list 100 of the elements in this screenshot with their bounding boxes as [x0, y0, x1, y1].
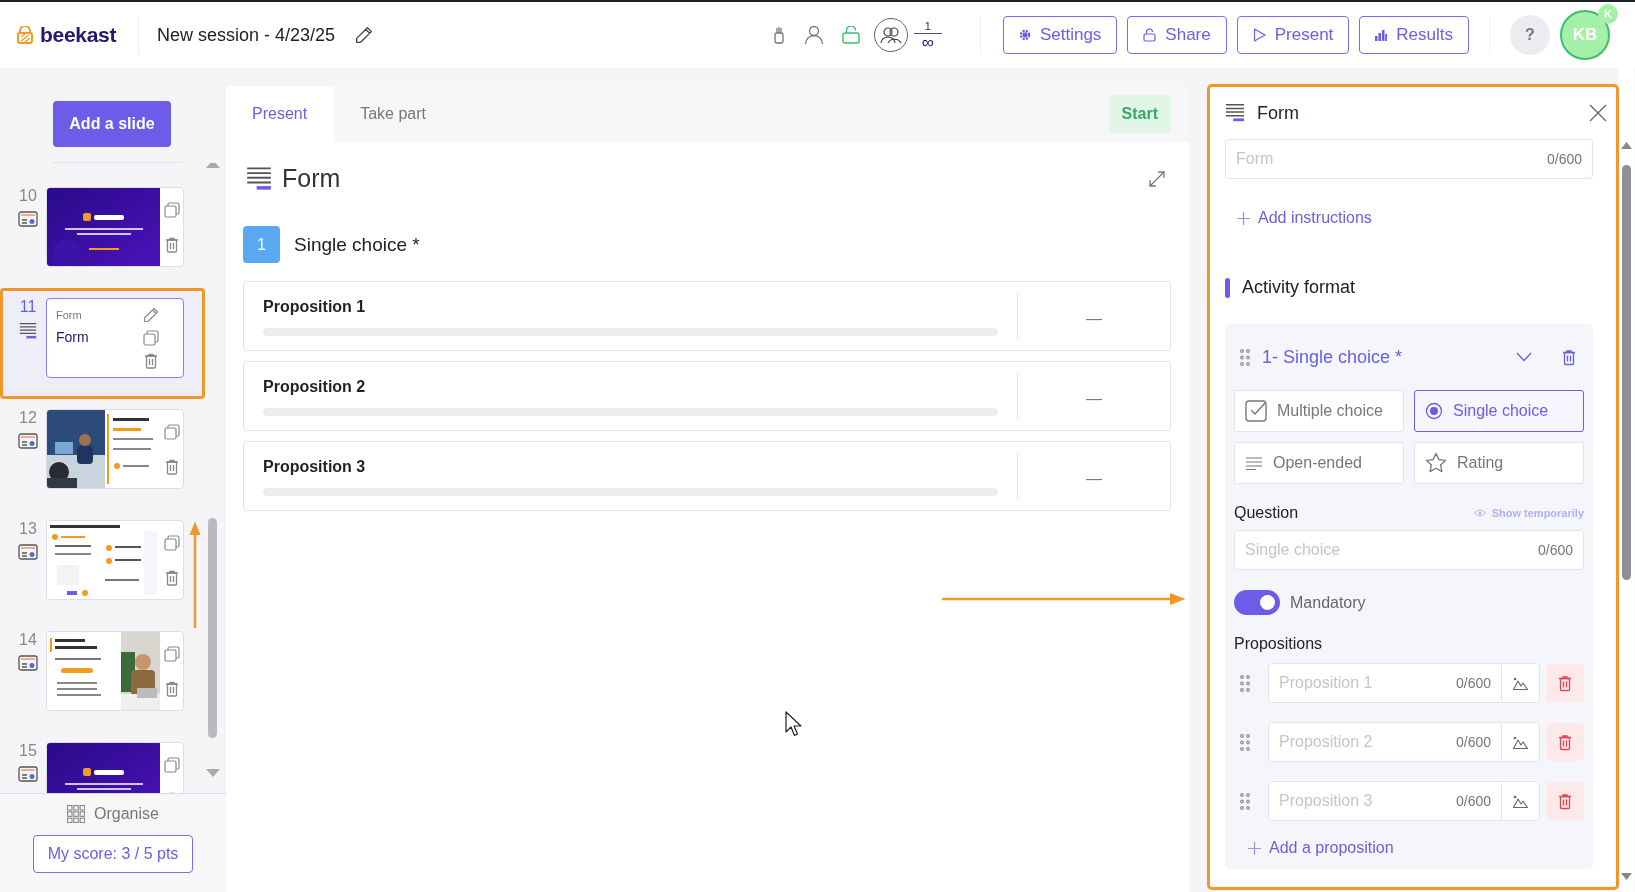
slide-item[interactable]: 15 [0, 732, 205, 793]
form-icon [246, 165, 272, 192]
drag-handle-icon[interactable] [1240, 733, 1250, 751]
question-type-option[interactable]: Single choice [1414, 390, 1584, 432]
slide-icon [18, 766, 38, 782]
slide-item[interactable]: 13 [0, 510, 205, 621]
slide-thumbnail[interactable]: Form Form [46, 298, 184, 378]
trash-icon [1558, 733, 1572, 751]
share-button[interactable]: Share [1127, 16, 1227, 54]
copy-icon[interactable] [163, 201, 180, 218]
question-type-option[interactable]: Open-ended [1234, 442, 1404, 484]
trash-icon[interactable] [164, 569, 179, 586]
slide-icon [18, 544, 38, 560]
trash-icon[interactable] [144, 353, 159, 370]
lock-icon[interactable] [841, 26, 860, 44]
drag-handle-icon[interactable] [1240, 348, 1250, 366]
help-button[interactable]: ? [1510, 15, 1550, 55]
question-type-option[interactable]: Rating [1414, 442, 1584, 484]
start-button[interactable]: Start [1108, 95, 1171, 133]
slide-number: 13 [19, 520, 37, 538]
gear-icon [1018, 29, 1031, 41]
slide-number: 14 [19, 631, 37, 649]
question-input[interactable]: Single choice [1245, 541, 1538, 559]
slide-icon [18, 433, 38, 449]
proposition-input[interactable]: Proposition 1 [1279, 674, 1456, 692]
question-label: Question [1234, 504, 1299, 522]
organise-button[interactable]: Organise [94, 805, 159, 823]
star-icon [1425, 452, 1447, 474]
mandatory-toggle[interactable] [1234, 590, 1280, 615]
title-input[interactable]: Form [1236, 150, 1547, 168]
eye-icon [1473, 509, 1486, 517]
settings-button[interactable]: Settings [1002, 16, 1118, 54]
delete-button[interactable] [1546, 782, 1584, 820]
score-button[interactable]: My score: 3 / 5 pts [32, 835, 194, 873]
delete-button[interactable] [1546, 664, 1584, 702]
lock-icon [1143, 28, 1157, 42]
section-heading: Activity format [1242, 277, 1356, 298]
scrollbar-thumb[interactable] [208, 518, 217, 738]
trash-icon[interactable] [164, 680, 179, 697]
question-type-option[interactable]: Multiple choice [1234, 390, 1404, 432]
trash-icon[interactable] [164, 458, 179, 475]
scroll-down-icon[interactable] [1621, 872, 1632, 881]
copy-icon[interactable] [163, 645, 180, 662]
scrollbar-thumb[interactable] [1622, 165, 1631, 580]
trash-icon[interactable] [1562, 348, 1576, 366]
copy-icon[interactable] [163, 423, 180, 440]
radio-icon [1425, 402, 1443, 420]
grid-icon[interactable] [67, 805, 86, 823]
proposition-field[interactable]: Proposition 1 0/600 [1268, 663, 1540, 703]
question-field[interactable]: Single choice 0/600 [1234, 530, 1584, 570]
scroll-down-icon[interactable] [206, 768, 220, 778]
person-icon[interactable] [803, 25, 824, 45]
slide-item[interactable]: 10 [0, 177, 205, 288]
expand-icon[interactable] [1149, 170, 1165, 187]
results-button[interactable]: Results [1359, 16, 1469, 54]
form-title: Form [282, 164, 341, 193]
mountain-icon [1513, 735, 1528, 749]
plus-icon [1248, 841, 1261, 855]
slide-thumbnail[interactable] [46, 520, 184, 600]
logo-text: beekast [40, 23, 117, 47]
proposition-input[interactable]: Proposition 3 [1279, 792, 1456, 810]
add-instructions-link[interactable]: Add instructions [1237, 209, 1372, 227]
slide-item[interactable]: 14 [0, 621, 205, 732]
delete-button[interactable] [1546, 723, 1584, 761]
tab[interactable]: Take part [334, 86, 453, 142]
accent-bar [1225, 277, 1230, 298]
drag-handle-icon[interactable] [1240, 792, 1250, 810]
question-heading: 1- Single choice * [1262, 346, 1403, 368]
tab[interactable]: Present [226, 86, 335, 142]
trash-icon [1558, 674, 1572, 692]
add-slide-button[interactable]: Add a slide [53, 101, 171, 147]
slide-icon [18, 655, 38, 671]
pencil-icon[interactable] [355, 26, 374, 44]
proposition-input[interactable]: Proposition 2 [1279, 733, 1456, 751]
propositions-label: Propositions [1234, 635, 1324, 653]
scroll-up-icon[interactable] [1621, 141, 1632, 150]
slide-item[interactable]: 12 [0, 399, 205, 510]
slide-item[interactable]: 11 Form Form [0, 288, 205, 399]
mouse-cursor-icon [785, 711, 803, 737]
title-field[interactable]: Form 0/600 [1225, 139, 1593, 179]
present-button[interactable]: Present [1236, 16, 1350, 54]
question-title: Single choice * [294, 233, 420, 256]
slide-thumbnail[interactable] [46, 187, 184, 267]
add-proposition-link[interactable]: Add a proposition [1248, 839, 1394, 857]
drag-handle-icon[interactable] [1240, 674, 1250, 692]
plus-icon [1237, 211, 1250, 225]
copy-icon[interactable] [143, 330, 160, 346]
form-icon [19, 322, 37, 340]
raised-hand-icon[interactable] [771, 26, 786, 44]
proposition-field[interactable]: Proposition 3 0/600 [1268, 781, 1540, 821]
character-counter: 0/600 [1455, 793, 1491, 809]
close-icon[interactable] [1589, 104, 1607, 122]
slide-thumbnail[interactable] [46, 409, 184, 489]
chevron-down-icon[interactable] [1516, 352, 1532, 362]
proposition-field[interactable]: Proposition 2 0/600 [1268, 722, 1540, 762]
result-value: — [1086, 390, 1102, 408]
trash-icon[interactable] [164, 236, 179, 253]
copy-icon[interactable] [163, 756, 180, 773]
copy-icon[interactable] [163, 534, 180, 551]
slide-thumbnail[interactable] [46, 631, 184, 711]
